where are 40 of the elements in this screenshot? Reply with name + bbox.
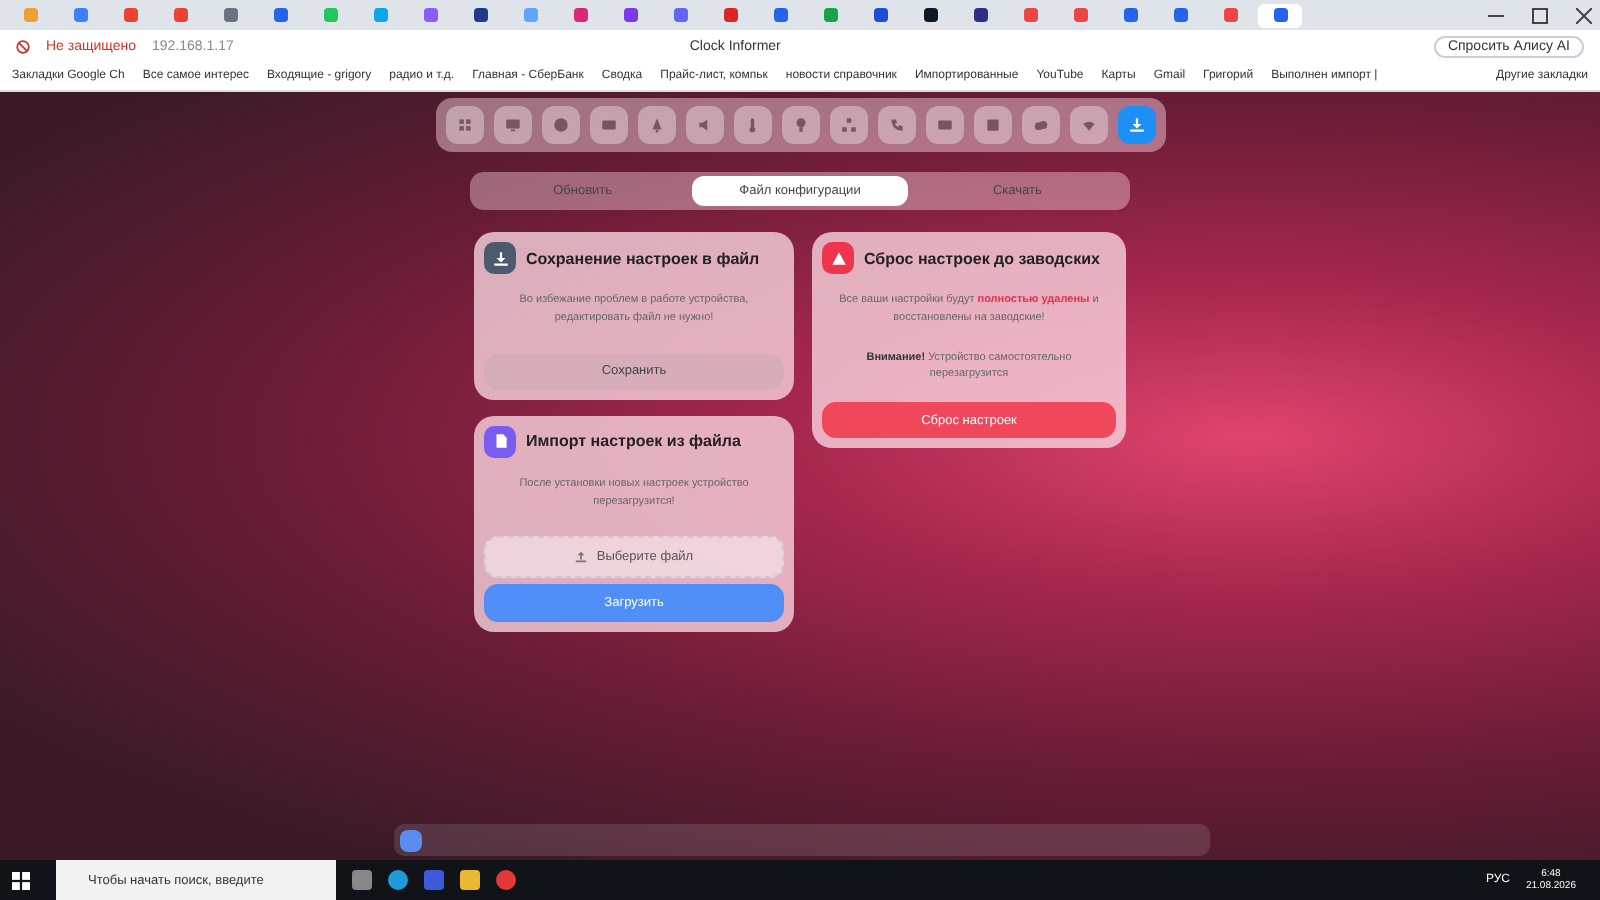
close-icon[interactable] (1576, 7, 1592, 23)
cloud-icon (1031, 116, 1049, 134)
toolbar-button[interactable] (445, 106, 483, 144)
app-icon[interactable] (400, 829, 422, 851)
blocked-icon (16, 39, 30, 53)
toolbar-button[interactable] (733, 106, 771, 144)
card-title: Импорт настроек из файла (526, 432, 741, 451)
grid-icon (455, 116, 473, 134)
toolbar-button[interactable] (877, 106, 915, 144)
browser-icon[interactable] (496, 870, 516, 890)
toolbar-button[interactable] (781, 106, 819, 144)
monitor-icon (503, 116, 521, 134)
toolbar-button[interactable] (1069, 106, 1107, 144)
windows-icon[interactable] (11, 871, 29, 889)
toolbar-button[interactable] (493, 106, 531, 144)
browser-icon[interactable] (388, 870, 408, 890)
download-icon (484, 242, 516, 274)
phone-icon (887, 116, 905, 134)
speaker-icon (695, 116, 713, 134)
toolbar-button[interactable] (1117, 106, 1155, 144)
file-icon (484, 425, 516, 458)
upload-icon (574, 550, 589, 565)
warning-icon (822, 242, 854, 274)
toolbar-button[interactable] (973, 106, 1011, 144)
folder-icon[interactable] (460, 870, 480, 890)
toolbar-button[interactable] (925, 106, 963, 144)
toolbar-button[interactable] (1021, 106, 1059, 144)
card-title: Сохранение настроек в файл (526, 249, 760, 267)
download-icon (1127, 116, 1145, 134)
toolbar-button[interactable] (589, 106, 627, 144)
app-icon[interactable] (424, 870, 444, 890)
toolbar-button[interactable] (685, 106, 723, 144)
wifi-icon (1079, 116, 1097, 134)
toolbar-button[interactable] (541, 106, 579, 144)
card-title: Сброс настроек до заводских (864, 249, 1100, 267)
toolbar-button[interactable] (637, 106, 675, 144)
network-icon (839, 116, 857, 134)
maximize-icon[interactable] (1532, 7, 1548, 23)
toolbar-button[interactable] (829, 106, 867, 144)
bulb-icon (791, 116, 809, 134)
